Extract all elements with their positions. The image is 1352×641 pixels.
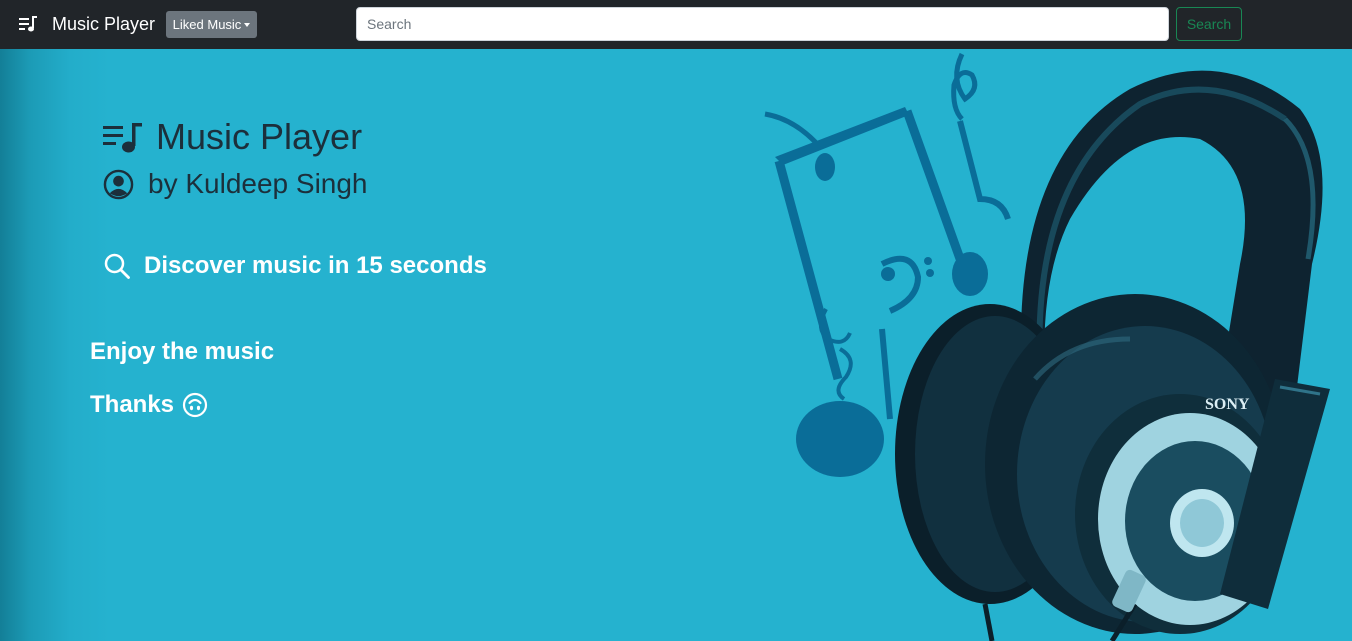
hero-title: Music Player xyxy=(103,117,362,157)
person-circle-icon xyxy=(103,169,134,199)
brand-text: Music Player xyxy=(52,14,156,34)
page-title: Music Player xyxy=(156,116,363,157)
navbar-brand[interactable]: Music Player xyxy=(18,12,155,36)
author-line: by Kuldeep Singh xyxy=(103,167,368,201)
headphones-image: SONY xyxy=(764,52,1330,641)
discover-text: Discover music in 15 seconds xyxy=(144,252,487,279)
playlist-music-icon xyxy=(19,16,37,32)
hero-section: SONY Music Player by Kuldeep Singh Disco… xyxy=(0,49,1352,641)
top-navbar: Music Player Liked Music Search xyxy=(0,0,1352,49)
search-input[interactable] xyxy=(356,7,1169,41)
upside-down-smile-icon xyxy=(182,392,208,418)
dropdown-label: Liked Music xyxy=(172,17,242,32)
caret-down-icon xyxy=(244,23,251,27)
search-icon xyxy=(104,253,130,279)
search-button[interactable]: Search xyxy=(1176,7,1242,41)
thanks-text: Thanks xyxy=(90,391,175,418)
playlist-music-icon xyxy=(103,123,142,153)
thanks-line: Thanks xyxy=(90,389,208,421)
liked-music-dropdown[interactable]: Liked Music xyxy=(166,11,257,38)
author-name: by Kuldeep Singh xyxy=(148,168,368,199)
headphones-brand-text: SONY xyxy=(1205,396,1250,413)
discover-line: Discover music in 15 seconds xyxy=(103,249,487,283)
enjoy-text: Enjoy the music xyxy=(90,338,275,365)
